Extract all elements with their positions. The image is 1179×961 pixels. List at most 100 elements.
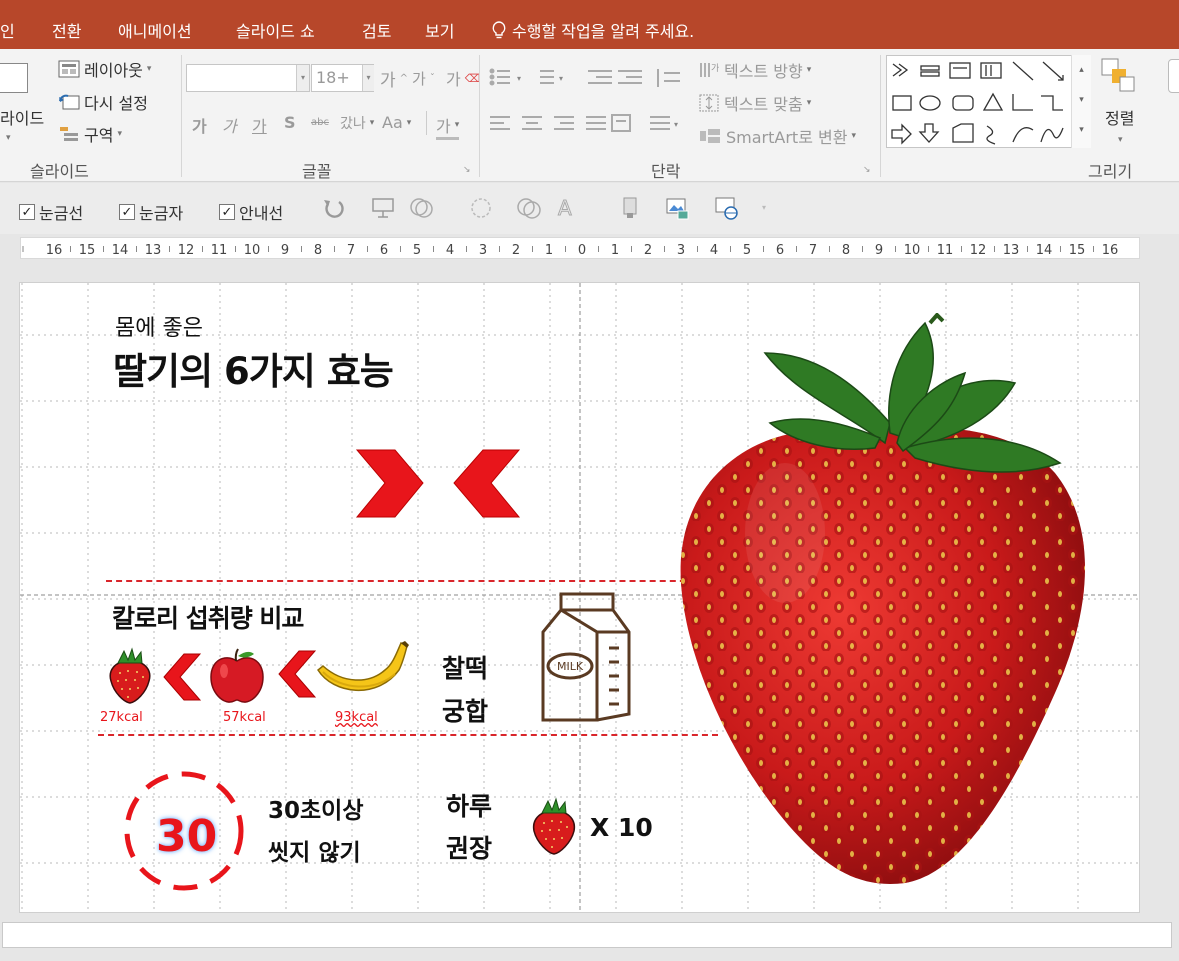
change-case-button[interactable]: Aa ▾ (382, 113, 411, 132)
arrange-dropdown[interactable]: ▾ (1118, 135, 1123, 145)
shape-fill-icon[interactable]: ▾ (408, 195, 434, 221)
strawberry-photo[interactable] (675, 313, 1095, 893)
shape-effects-icon[interactable] (468, 195, 494, 221)
svg-text:▾: ▾ (674, 120, 678, 129)
checkmark-icon: ✓ (219, 204, 235, 220)
chevrons-shape[interactable] (355, 446, 525, 521)
ruler-number: 16 (46, 243, 63, 258)
slide-picture-icon[interactable] (664, 195, 690, 221)
slide-canvas[interactable]: 몸에 좋은 딸기의 6가지 효능 칼로리 섭취량 비교 27kcal 57kca… (19, 282, 1140, 913)
tab-transitions[interactable]: 전환 (52, 18, 81, 42)
guides-checkbox[interactable]: ✓ 안내선 (219, 200, 283, 224)
shrink-font-button[interactable]: 가ˇ (412, 68, 435, 89)
present-icon[interactable] (370, 195, 396, 221)
wash-line-1[interactable]: 30초이상 (268, 791, 364, 825)
shadow-button[interactable]: S (284, 113, 296, 132)
section-button[interactable]: 구역 ▾ (58, 122, 122, 146)
new-slide-button[interactable]: 라이드 (0, 105, 44, 129)
daily-line-2[interactable]: 권장 (446, 829, 492, 865)
text-effects-icon[interactable]: A▾ (556, 195, 582, 221)
strawberry-small-icon[interactable] (108, 647, 152, 705)
horizontal-ruler[interactable]: 16 15 14 13 12 11 10 9 8 7 6 5 4 3 2 1 0 1 2 3 4 5 6 7 8 9 10 11 12 1… (20, 237, 1140, 259)
dashed-divider-bottom (98, 734, 718, 736)
slide-subtitle[interactable]: 몸에 좋은 (115, 310, 203, 342)
layout-label: 레이아웃 (84, 61, 143, 80)
toolbar-more-dropdown[interactable]: ▾ (762, 203, 766, 212)
combo-line-1[interactable]: 찰떡 (442, 649, 488, 685)
ruler-number: 14 (1036, 243, 1053, 258)
kcal-apple[interactable]: 57kcal (223, 710, 266, 725)
wash-line-2[interactable]: 씻지 않기 (268, 833, 361, 867)
underline-button[interactable]: 가 (252, 113, 267, 137)
grow-font-button[interactable]: 가 ^ (380, 66, 408, 91)
layout-button[interactable]: 레이아웃 ▾ (58, 57, 151, 81)
ruler-number: 10 (244, 243, 261, 258)
svg-text:A: A (558, 196, 572, 220)
arrange-button[interactable]: 정렬 (1105, 105, 1134, 129)
shapes-gallery[interactable] (886, 55, 1091, 148)
shapes-gallery-scroll[interactable]: ▴ ▾ ▾ (1071, 55, 1091, 148)
undo-icon[interactable] (321, 195, 347, 221)
bold-button[interactable]: 가 (192, 113, 207, 137)
slide-web-icon[interactable] (713, 195, 739, 221)
smartart-label: SmartArt로 변환 (726, 128, 848, 147)
italic-button[interactable]: 가 (222, 113, 237, 137)
tell-me-box[interactable]: 수행할 작업을 알려 주세요. (490, 18, 694, 42)
calorie-heading[interactable]: 칼로리 섭취량 비교 (112, 599, 304, 635)
font-size-value: 18+ (316, 68, 350, 87)
banana-icon[interactable] (315, 640, 411, 702)
clear-format-button[interactable]: 가 ⌫ (446, 66, 480, 90)
reset-icon (59, 94, 80, 110)
daily-times[interactable]: X 10 (590, 813, 653, 842)
strawberry-daily-icon[interactable] (531, 797, 577, 857)
less-than-chevron-2[interactable] (277, 649, 317, 699)
strikethrough-button[interactable]: abc (311, 117, 329, 128)
ruler-number: 7 (347, 243, 355, 258)
milk-carton-icon[interactable]: MILK (535, 588, 635, 728)
tab-review[interactable]: 검토 (362, 18, 391, 42)
wash-number[interactable]: 30 (156, 811, 217, 862)
section-icon (60, 127, 78, 141)
text-direction-button[interactable]: 가 텍스트 방향 ▾ (698, 58, 811, 82)
slide-title[interactable]: 딸기의 6가지 효능 (113, 341, 394, 395)
group-divider (880, 55, 881, 177)
ruler-number: 12 (178, 243, 195, 258)
arrange-icon[interactable] (1100, 57, 1140, 101)
quick-styles-button[interactable] (1168, 59, 1179, 93)
font-size-dropdown[interactable]: ▾ (362, 65, 374, 91)
ruler-ticks: 16 15 14 13 12 11 10 9 8 7 6 5 4 3 2 1 0 1 2 3 4 5 6 7 8 9 10 11 12 1… (22, 243, 1118, 258)
combo-line-2[interactable]: 궁합 (442, 692, 488, 728)
tab-design[interactable]: 인 (0, 18, 15, 42)
merge-shapes-icon[interactable] (516, 195, 542, 221)
tab-view[interactable]: 보기 (425, 18, 454, 42)
daily-line-1[interactable]: 하루 (446, 787, 492, 823)
tab-animations[interactable]: 애니메이션 (118, 18, 192, 42)
reset-button[interactable]: 다시 설정 (58, 90, 148, 114)
ruler-checkbox[interactable]: ✓ 눈금자 (119, 200, 183, 224)
ruler-number: 13 (145, 243, 162, 258)
ruler-number: 10 (904, 243, 921, 258)
new-slide-icon[interactable] (0, 63, 28, 93)
notes-pane[interactable] (2, 922, 1172, 948)
ruler-number: 3 (479, 243, 487, 258)
font-color-button[interactable]: 가 ▾ (436, 113, 460, 140)
font-name-dropdown[interactable]: ▾ (296, 65, 309, 91)
checkmark-icon: ✓ (119, 204, 135, 220)
kcal-banana[interactable]: 93kcal (335, 710, 378, 725)
paragraph-row1-icons[interactable]: ▾ ▾ (488, 67, 684, 89)
paragraph-dialog-launcher-icon[interactable]: ↘ (863, 165, 871, 175)
char-spacing-button[interactable]: 갔나 ▾ (340, 113, 374, 133)
new-slide-dropdown[interactable]: ▾ (6, 133, 11, 143)
smartart-button[interactable]: SmartArt로 변환 ▾ (698, 124, 856, 148)
gridlines-checkbox[interactable]: ✓ 눈금선 (19, 200, 83, 224)
format-painter-icon[interactable] (617, 195, 643, 221)
less-than-chevron-1[interactable] (162, 652, 202, 702)
paragraph-row2-icons[interactable]: ▾ (488, 113, 684, 135)
apple-icon[interactable] (208, 647, 266, 705)
paragraph-group-label: 단락 (651, 162, 681, 181)
tab-slideshow[interactable]: 슬라이드 쇼 (236, 18, 315, 42)
kcal-strawberry[interactable]: 27kcal (100, 710, 143, 725)
align-text-button[interactable]: 텍스트 맞춤 ▾ (698, 91, 811, 115)
font-dialog-launcher-icon[interactable]: ↘ (463, 165, 471, 175)
font-name-box[interactable] (186, 64, 310, 92)
